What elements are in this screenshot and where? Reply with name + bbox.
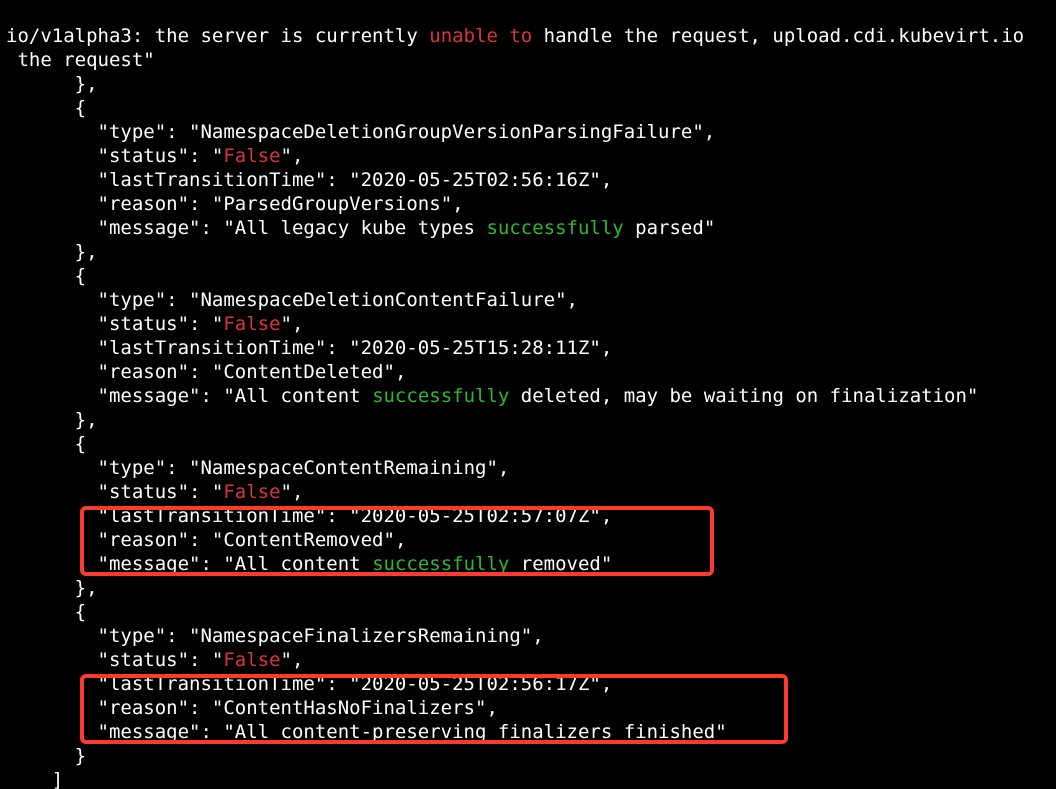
- reason-value: ContentHasNoFinalizers: [223, 697, 475, 719]
- brace-close: },: [6, 241, 98, 263]
- json-line: "lastTransitionTime": ": [6, 505, 361, 527]
- reason-value: ParsedGroupVersions: [223, 193, 440, 215]
- json-line: "reason": ": [6, 361, 223, 383]
- json-line: "status": ": [6, 481, 223, 503]
- json-line: "message": ": [6, 217, 235, 239]
- time-value: 2020-05-25T02:57:07Z: [361, 505, 590, 527]
- json-line: "type": ": [6, 457, 200, 479]
- type-value: NamespaceContentRemaining: [200, 457, 486, 479]
- status-value: False: [223, 145, 280, 167]
- header-line-1a: io/v1alpha3: the server is currently: [6, 25, 429, 47]
- message-pre: All content-preserving finalizers finish…: [235, 721, 715, 743]
- brace-close: },: [6, 73, 98, 95]
- json-line: "message": ": [6, 553, 235, 575]
- json-line: "reason": ": [6, 529, 223, 551]
- message-post: parsed: [624, 217, 704, 239]
- header-line-1c: handle the request, upload.cdi.kubevirt.…: [532, 25, 1024, 47]
- json-line: "status": ": [6, 145, 223, 167]
- json-line: "message": ": [6, 385, 235, 407]
- json-line: "reason": ": [6, 697, 223, 719]
- time-value: 2020-05-25T15:28:11Z: [361, 337, 590, 359]
- message-hl: successfully: [372, 385, 509, 407]
- terminal-output: io/v1alpha3: the server is currently una…: [0, 0, 1056, 789]
- header-line-1b: unable to: [429, 25, 532, 47]
- type-value: NamespaceDeletionGroupVersionParsingFail…: [200, 121, 692, 143]
- json-line: "type": ": [6, 121, 200, 143]
- json-line: "lastTransitionTime": ": [6, 169, 361, 191]
- json-line: "reason": ": [6, 193, 223, 215]
- status-value: False: [223, 313, 280, 335]
- message-post: removed: [509, 553, 601, 575]
- brace-open: {: [6, 601, 86, 623]
- message-hl: successfully: [372, 553, 509, 575]
- json-line: "status": ": [6, 313, 223, 335]
- json-line: "lastTransitionTime": ": [6, 337, 361, 359]
- time-value: 2020-05-25T02:56:17Z: [361, 673, 590, 695]
- bracket-close: ]: [6, 769, 63, 789]
- message-hl: successfully: [486, 217, 623, 239]
- type-value: NamespaceDeletionContentFailure: [200, 289, 555, 311]
- reason-value: ContentRemoved: [223, 529, 383, 551]
- brace-close: }: [6, 745, 86, 767]
- brace-open: {: [6, 265, 86, 287]
- status-value: False: [223, 649, 280, 671]
- brace-open: {: [6, 433, 86, 455]
- reason-value: ContentDeleted: [223, 361, 383, 383]
- message-post: deleted, may be waiting on finalization: [509, 385, 967, 407]
- json-line: "status": ": [6, 649, 223, 671]
- json-line: "type": ": [6, 625, 200, 647]
- json-line: "type": ": [6, 289, 200, 311]
- status-value: False: [223, 481, 280, 503]
- message-pre: All content: [235, 385, 372, 407]
- json-line: "lastTransitionTime": ": [6, 673, 361, 695]
- brace-open: {: [6, 97, 86, 119]
- message-pre: All legacy kube types: [235, 217, 487, 239]
- header-line-2: the request": [6, 49, 155, 71]
- time-value: 2020-05-25T02:56:16Z: [361, 169, 590, 191]
- json-line: "message": ": [6, 721, 235, 743]
- brace-close: },: [6, 577, 98, 599]
- brace-close: },: [6, 409, 98, 431]
- message-pre: All content: [235, 553, 372, 575]
- type-value: NamespaceFinalizersRemaining: [200, 625, 520, 647]
